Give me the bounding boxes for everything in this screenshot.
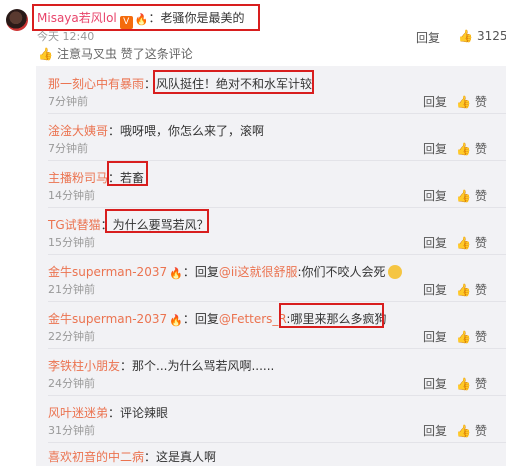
reply-tail: :你们不咬人会死 (297, 265, 386, 279)
reply-mention[interactable]: @ii这就很舒服 (219, 265, 298, 279)
reply-text: ：风队挺住！绝对不和水军计较 (144, 77, 313, 91)
reply-row: 淦淦大姨哥：哦呀喂，你怎么来了，滚啊 7分钟前 回复 👍 赞 (36, 118, 506, 157)
reply-text: ：回复 (182, 265, 219, 279)
reply-row: 喜欢初音的中二病：这是真人啊 (36, 446, 506, 466)
reply-row: 金牛superman-2037 🔥：回复@Fetters_R:哪里来那么多疯狗 2… (36, 306, 506, 345)
reply-text: ：那个...为什么骂若风啊...... (120, 359, 275, 373)
like-button[interactable]: 👍 赞 (456, 281, 487, 298)
reply-username[interactable]: 金牛superman-2037 (48, 265, 167, 279)
reply-mention[interactable]: @Fetters_R (219, 312, 287, 326)
reply-time: 22分钟前 (48, 330, 95, 343)
reply-text: ：为什么要骂若风？ (100, 218, 209, 232)
reply-button[interactable]: 回复 (423, 234, 447, 251)
reply-row: TG试替猫：为什么要骂若风？ 15分钟前 回复 👍 赞 (36, 212, 506, 251)
like-button[interactable]: 👍 赞 (456, 187, 487, 204)
reply-username[interactable]: 淦淦大姨哥 (48, 124, 108, 138)
reply-row: 风叶迷迷弟：评论辣眼 31分钟前 回复 👍 赞 (36, 400, 506, 439)
reply-username[interactable]: 李铁柱小朋友 (48, 359, 120, 373)
divider (48, 207, 506, 208)
reply-row: 主播粉司马：若畜 14分钟前 回复 👍 赞 (36, 165, 506, 204)
reply-text: ：哦呀喂，你怎么来了，滚啊 (108, 124, 265, 138)
like-button[interactable]: 👍 赞 (456, 328, 487, 345)
liked-by-suffix: 赞了这条评论 (116, 47, 193, 61)
like-label: 赞 (474, 330, 487, 344)
vip-badge-icon: V (119, 16, 133, 29)
reply-text: ：回复 (182, 312, 219, 326)
reply-username[interactable]: TG试替猫 (48, 218, 101, 232)
main-comment-separator: ： (148, 11, 161, 25)
reply-time: 7分钟前 (48, 95, 88, 108)
reply-button[interactable]: 回复 (423, 375, 447, 392)
divider (48, 442, 506, 443)
like-label: 赞 (474, 377, 487, 391)
divider (48, 113, 506, 114)
fire-level-icon: 🔥 (134, 13, 149, 26)
thumb-up-icon: 👍 (458, 29, 473, 43)
thumb-up-icon: 👍 (38, 47, 53, 61)
reply-text: ：这是真人啊 (144, 450, 217, 464)
like-button[interactable]: 👍 赞 (456, 140, 487, 157)
thumb-up-icon: 👍 (456, 330, 471, 344)
reply-time: 14分钟前 (48, 189, 95, 202)
main-comment-line: Misaya若风lol V 🔥：老骚你是最美的 (37, 8, 245, 29)
reply-row: 金牛superman-2037 🔥：回复@ii这就很舒服:你们不咬人会死 21分钟… (36, 259, 506, 298)
main-comment: Misaya若风lol V 🔥：老骚你是最美的 今天 12:40 回复 👍 3125 … (0, 0, 506, 66)
reply-button[interactable]: 回复 (423, 140, 447, 157)
reply-button[interactable]: 回复 (423, 328, 447, 345)
thumb-up-icon: 👍 (456, 236, 471, 250)
like-button[interactable]: 👍 赞 (456, 375, 487, 392)
divider (48, 301, 506, 302)
main-like-button[interactable]: 👍 3125 (458, 29, 506, 43)
reply-time: 31分钟前 (48, 424, 95, 437)
like-label: 赞 (474, 236, 487, 250)
main-reply-button[interactable]: 回复 (416, 29, 440, 46)
liked-by-name[interactable]: 注意马叉虫 (57, 47, 117, 61)
reply-button[interactable]: 回复 (423, 93, 447, 110)
divider (48, 348, 506, 349)
like-label: 赞 (474, 424, 487, 438)
main-comment-time: 今天 12:40 (37, 30, 95, 43)
like-button[interactable]: 👍 赞 (456, 93, 487, 110)
reply-username[interactable]: 金牛superman-2037 (48, 312, 167, 326)
thumb-up-icon: 👍 (456, 424, 471, 438)
like-button[interactable]: 👍 赞 (456, 234, 487, 251)
like-label: 赞 (474, 283, 487, 297)
main-comment-username[interactable]: Misaya若风lol (37, 11, 117, 25)
thumb-up-icon: 👍 (456, 189, 471, 203)
reply-row: 李铁柱小朋友：那个...为什么骂若风啊...... 24分钟前 回复 👍 赞 (36, 353, 506, 392)
like-label: 赞 (474, 95, 487, 109)
reply-time: 7分钟前 (48, 142, 88, 155)
reply-time: 15分钟前 (48, 236, 95, 249)
main-like-count: 3125 (476, 29, 506, 43)
fire-level-icon: 🔥 (169, 314, 183, 327)
like-button[interactable]: 👍 赞 (456, 422, 487, 439)
thumb-up-icon: 👍 (456, 377, 471, 391)
reply-time: 21分钟前 (48, 283, 95, 296)
divider (48, 395, 506, 396)
reply-username[interactable]: 风叶迷迷弟 (48, 406, 108, 420)
reply-username[interactable]: 喜欢初音的中二病 (48, 450, 144, 464)
thumb-up-icon: 👍 (456, 283, 471, 297)
reply-row: 那一刻心中有暴雨：风队挺住！绝对不和水军计较 7分钟前 回复 👍 赞 (36, 71, 506, 110)
reply-button[interactable]: 回复 (423, 422, 447, 439)
reply-button[interactable]: 回复 (423, 187, 447, 204)
thumb-up-icon: 👍 (456, 95, 471, 109)
reply-button[interactable]: 回复 (423, 281, 447, 298)
like-label: 赞 (474, 142, 487, 156)
sweat-emoji-icon (387, 265, 402, 279)
divider (48, 160, 506, 161)
fire-level-icon: 🔥 (169, 267, 183, 280)
liked-by-line: 👍 注意马叉虫 赞了这条评论 (38, 45, 193, 62)
reply-tail: :哪里来那么多疯狗 (286, 312, 387, 326)
reply-text: ：评论辣眼 (108, 406, 169, 420)
like-label: 赞 (474, 189, 487, 203)
main-comment-text: 老骚你是最美的 (160, 11, 245, 25)
thumb-up-icon: 👍 (456, 142, 471, 156)
avatar[interactable] (6, 9, 28, 31)
reply-time: 24分钟前 (48, 377, 95, 390)
reply-username[interactable]: 主播粉司马 (48, 171, 108, 185)
reply-username[interactable]: 那一刻心中有暴雨 (48, 77, 144, 91)
reply-text: ：若畜 (108, 171, 145, 185)
divider (48, 254, 506, 255)
